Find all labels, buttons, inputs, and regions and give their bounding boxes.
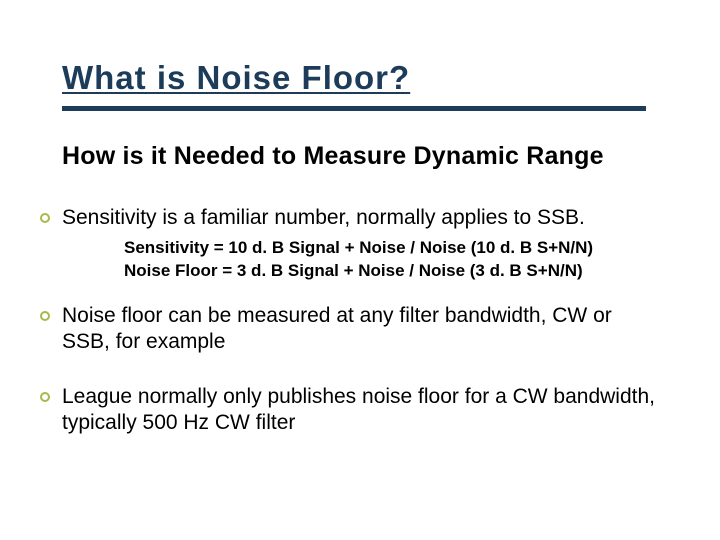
slide-title: What is Noise Floor? [62, 60, 410, 102]
subitem-2: Noise Floor = 3 d. B Signal + Noise / No… [124, 260, 660, 283]
title-underline-bar [62, 106, 646, 111]
sublist: Sensitivity = 10 d. B Signal + Noise / N… [124, 237, 660, 283]
paragraph-1: Sensitivity is a familiar number, normal… [62, 205, 660, 231]
paragraph-2: Noise floor can be measured at any filte… [62, 303, 660, 356]
slide-body: Sensitivity is a familiar number, normal… [62, 205, 660, 464]
slide-subtitle: How is it Needed to Measure Dynamic Rang… [62, 142, 604, 171]
subitem-1: Sensitivity = 10 d. B Signal + Noise / N… [124, 237, 660, 260]
bullet-icon [40, 311, 50, 321]
bullet-icon [40, 213, 50, 223]
slide: What is Noise Floor? How is it Needed to… [0, 0, 720, 540]
paragraph-3: League normally only publishes noise flo… [62, 384, 660, 437]
title-wrap: What is Noise Floor? [62, 60, 680, 102]
bullet-icon [40, 392, 50, 402]
